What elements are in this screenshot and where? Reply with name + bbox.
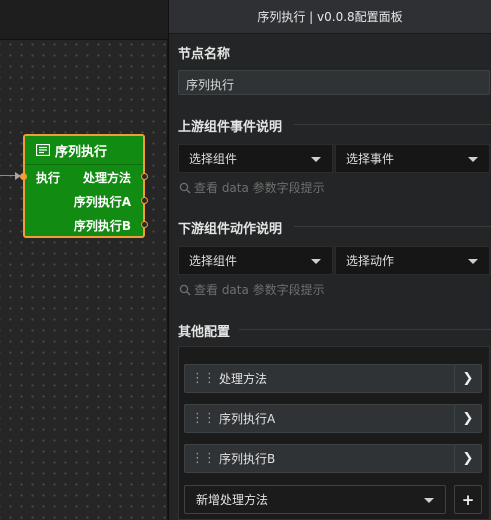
chevron-down-icon xyxy=(311,157,321,162)
add-method-select-value: 新增处理方法 xyxy=(196,493,269,507)
method-expand-button[interactable]: ❯ xyxy=(454,444,482,473)
upstream-data-hint-text: 查看 data 参数字段提示 xyxy=(194,181,325,195)
other-config-box: ⋮⋮ 处理方法 ❯ ⋮⋮ 序列执行A ❯ ⋮⋮ 序列执行B ❯ 新增处理方法 + xyxy=(178,346,490,520)
node-output-port[interactable] xyxy=(141,197,148,204)
method-item-label: 序列执行B xyxy=(219,452,276,466)
panel-title: 序列执行 | v0.0.8配置面板 xyxy=(169,0,491,34)
add-method-button[interactable]: + xyxy=(454,485,482,514)
config-panel: 序列执行 | v0.0.8配置面板 节点名称 序列执行 上游组件事件说明 选择组… xyxy=(168,0,491,520)
add-method-select[interactable]: 新增处理方法 xyxy=(184,485,446,514)
downstream-action-select[interactable]: 选择动作 xyxy=(335,246,490,275)
node-name-label: 节点名称 xyxy=(178,47,231,62)
canvas-toolbar xyxy=(0,0,168,40)
other-config-label: 其他配置 xyxy=(178,325,231,340)
chevron-right-icon: ❯ xyxy=(462,451,474,466)
method-item[interactable]: ⋮⋮ 处理方法 xyxy=(184,364,456,393)
upstream-component-select-value: 选择组件 xyxy=(189,152,238,166)
upstream-event-select-value: 选择事件 xyxy=(346,152,395,166)
node-input-port[interactable] xyxy=(20,173,27,180)
method-expand-button[interactable]: ❯ xyxy=(454,404,482,433)
node-output-port[interactable] xyxy=(141,173,148,180)
plus-icon: + xyxy=(461,490,475,509)
upstream-section-label: 上游组件事件说明 xyxy=(178,120,283,135)
chevron-right-icon: ❯ xyxy=(462,411,474,426)
other-config-divider xyxy=(239,329,491,330)
chevron-down-icon xyxy=(468,259,478,264)
sequence-node[interactable]: 序列执行 执行 处理方法 序列执行A 序列执行B xyxy=(20,134,148,238)
method-expand-button[interactable]: ❯ xyxy=(454,364,482,393)
node-output-label: 处理方法 xyxy=(82,171,131,185)
method-item[interactable]: ⋮⋮ 序列执行B xyxy=(184,444,456,473)
drag-handle-icon[interactable]: ⋮⋮ xyxy=(191,371,216,386)
drag-handle-icon[interactable]: ⋮⋮ xyxy=(191,411,216,426)
search-icon xyxy=(179,284,191,295)
node-output-label: 序列执行B xyxy=(73,219,131,233)
node-input-label: 执行 xyxy=(36,171,61,185)
chevron-down-icon xyxy=(311,259,321,264)
downstream-data-hint-text: 查看 data 参数字段提示 xyxy=(194,283,325,297)
downstream-action-select-value: 选择动作 xyxy=(346,254,395,268)
upstream-event-select[interactable]: 选择事件 xyxy=(335,144,490,173)
node-type-icon xyxy=(36,144,50,156)
chevron-right-icon: ❯ xyxy=(462,371,474,386)
method-item[interactable]: ⋮⋮ 序列执行A xyxy=(184,404,456,433)
node-name-input[interactable]: 序列执行 xyxy=(178,70,490,95)
node-title: 序列执行 xyxy=(55,144,108,160)
node-output-port[interactable] xyxy=(141,221,148,228)
flow-canvas[interactable]: 序列执行 执行 处理方法 序列执行A 序列执行B xyxy=(0,0,168,520)
search-icon xyxy=(179,182,191,193)
upstream-component-select[interactable]: 选择组件 xyxy=(178,144,333,173)
downstream-component-select-value: 选择组件 xyxy=(189,254,238,268)
downstream-divider xyxy=(294,226,491,227)
downstream-data-hint[interactable]: 查看 data 参数字段提示 xyxy=(179,281,325,298)
downstream-section-label: 下游组件动作说明 xyxy=(178,222,283,237)
chevron-down-icon xyxy=(424,498,434,503)
chevron-down-icon xyxy=(468,157,478,162)
node-output-label: 序列执行A xyxy=(73,195,131,209)
downstream-component-select[interactable]: 选择组件 xyxy=(178,246,333,275)
node-header[interactable]: 序列执行 xyxy=(25,136,143,165)
upstream-data-hint[interactable]: 查看 data 参数字段提示 xyxy=(179,179,325,196)
method-item-label: 处理方法 xyxy=(219,372,268,386)
drag-handle-icon[interactable]: ⋮⋮ xyxy=(191,451,216,466)
method-item-label: 序列执行A xyxy=(219,412,276,426)
upstream-divider xyxy=(294,124,491,125)
